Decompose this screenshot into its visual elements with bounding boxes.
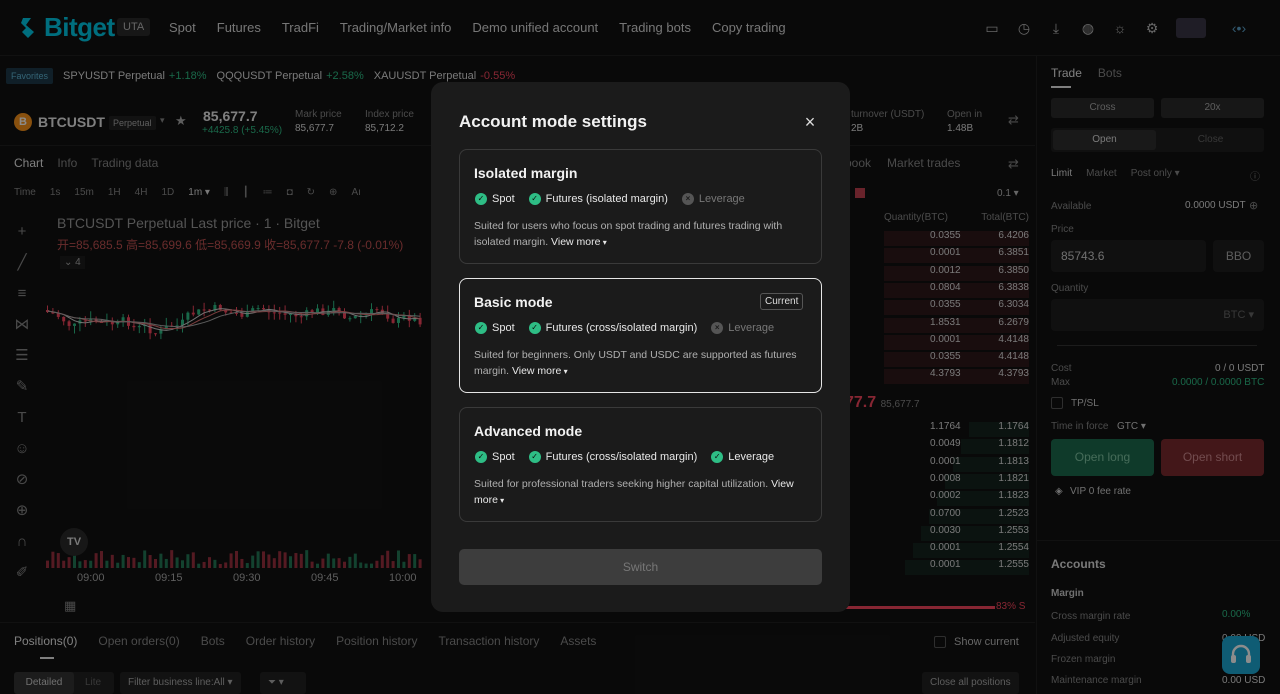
caret-down-icon: ▾ — [497, 496, 505, 505]
view-more-label: View more — [511, 365, 562, 377]
view-more-link[interactable]: View more ▾ — [551, 236, 607, 248]
mode-description-text: Suited for users who focus on spot tradi… — [474, 220, 783, 248]
x-circle-icon: × — [681, 193, 694, 205]
feature-label: Futures (cross/isolated margin) — [545, 322, 698, 334]
feature-label: Leverage — [698, 193, 745, 205]
mode-card-title: Basic mode — [474, 294, 553, 310]
feature-item: ✓ Futures (cross/isolated margin) — [528, 322, 698, 334]
feature-label: Spot — [492, 193, 515, 205]
feature-item: ✓ Leverage — [711, 451, 774, 463]
feature-label: Leverage — [728, 451, 775, 463]
feature-item: ✓ Futures (isolated margin) — [528, 193, 668, 205]
current-badge: Current — [760, 293, 804, 310]
feature-label: Futures (cross/isolated margin) — [545, 451, 698, 463]
check-circle-icon: ✓ — [475, 451, 487, 463]
feature-item: ✓ Spot — [475, 193, 515, 205]
check-circle-icon: ✓ — [528, 451, 541, 463]
account-mode-modal: Account mode settings × Isolated margin ✓… — [431, 82, 850, 612]
feature-item: ✓ Futures (cross/isolated margin) — [528, 451, 698, 463]
check-circle-icon: ✓ — [475, 193, 487, 205]
mode-card[interactable]: Basic mode Current ✓ Spot ✓ Futures (cross/is… — [459, 278, 822, 393]
mode-card-title: Advanced mode — [474, 423, 583, 439]
view-more-link[interactable]: View more ▾ — [512, 365, 568, 377]
feature-item: × Leverage — [711, 322, 774, 334]
check-circle-icon: ✓ — [528, 322, 541, 334]
mode-card-title: Isolated margin — [474, 165, 578, 181]
caret-down-icon: ▾ — [600, 238, 607, 247]
check-circle-icon: ✓ — [475, 322, 487, 334]
mode-card[interactable]: Advanced mode ✓ Spot ✓ Futures (cross/isolat… — [459, 407, 822, 522]
mode-card[interactable]: Isolated margin ✓ Spot ✓ Futures (isolated m… — [459, 149, 822, 264]
modal-title: Account mode settings — [459, 112, 647, 131]
view-more-label: View more — [551, 236, 601, 248]
feature-item: ✓ Spot — [475, 322, 515, 334]
app-root: Bitget UTA Spot Futures TradFi Trading/Mark… — [0, 0, 1280, 694]
caret-down-icon: ▾ — [561, 367, 568, 376]
mode-features: ✓ Spot ✓ Futures (cross/isolated margin) ✓ Le… — [475, 451, 774, 463]
mode-features: ✓ Spot ✓ Futures (isolated margin) × Leverage — [475, 193, 745, 205]
mode-description: Suited for professional traders seeking … — [474, 476, 804, 509]
check-circle-icon: ✓ — [711, 451, 724, 463]
check-circle-icon: ✓ — [528, 193, 541, 205]
mode-description: Suited for users who focus on spot tradi… — [474, 218, 804, 251]
feature-item: ✓ Spot — [475, 451, 515, 463]
feature-item: × Leverage — [681, 193, 745, 205]
x-circle-icon: × — [711, 322, 724, 334]
feature-label: Futures (isolated margin) — [545, 193, 668, 205]
mode-description: Suited for beginners. Only USDT and USDC… — [474, 347, 804, 380]
close-icon[interactable]: × — [802, 113, 818, 131]
feature-label: Spot — [492, 451, 515, 463]
mode-description-text: Suited for professional traders seeking … — [474, 478, 769, 490]
feature-label: Spot — [492, 322, 515, 334]
mode-features: ✓ Spot ✓ Futures (cross/isolated margin) × Le… — [475, 322, 774, 334]
feature-label: Leverage — [728, 322, 775, 334]
switch-button[interactable]: Switch — [459, 549, 822, 585]
